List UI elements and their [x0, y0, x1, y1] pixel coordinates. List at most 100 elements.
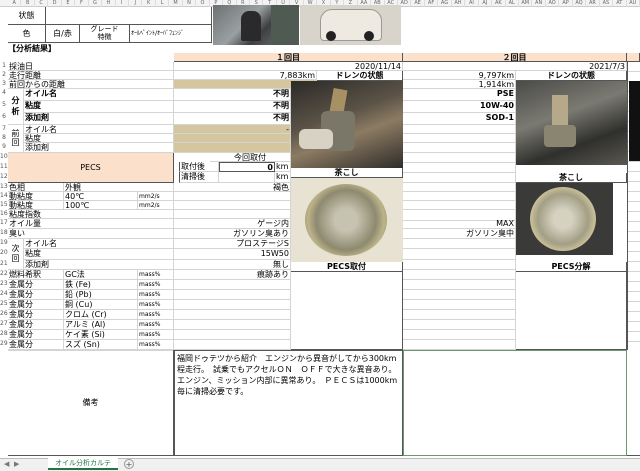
color-value[interactable]: 白/赤	[46, 25, 80, 43]
row-number[interactable]: 27	[0, 320, 8, 327]
run1-metal-value[interactable]	[174, 330, 291, 340]
run1-metal-value[interactable]	[174, 310, 291, 320]
row-number[interactable]: 26	[0, 310, 8, 317]
column-letter[interactable]: O	[196, 0, 210, 7]
row-number[interactable]: 21	[0, 260, 8, 267]
row-number[interactable]: 15	[0, 201, 8, 208]
run1-visc100[interactable]	[174, 201, 291, 210]
run2-date[interactable]: 2021/7/3	[403, 62, 627, 71]
run2-distance[interactable]: 9,797km	[403, 71, 516, 80]
run2-oil-name[interactable]: PSE	[403, 89, 516, 101]
run2-blank-cell[interactable]	[403, 320, 516, 330]
run1-prev-viscosity[interactable]	[174, 134, 291, 143]
run2-blank-cell[interactable]	[403, 201, 516, 210]
column-letter[interactable]: E	[62, 0, 76, 7]
run1-metal-value[interactable]	[174, 320, 291, 330]
run2-blank-cell[interactable]	[403, 125, 516, 134]
row-number[interactable]: 18	[0, 229, 8, 236]
run2-blank-cell[interactable]	[403, 340, 516, 350]
run2-blank-cell[interactable]	[403, 143, 516, 153]
run1-fuel-dilution[interactable]: 痕跡あり	[174, 270, 291, 280]
grade-value[interactable]: ｵｰﾙﾍﾟｲﾝﾄ/ｵｰﾊﾞﾌｪﾝｼﾞ	[130, 25, 212, 43]
column-letter[interactable]: AO	[546, 0, 560, 7]
add-sheet-icon[interactable]: +	[124, 459, 134, 469]
row-number[interactable]: 19	[0, 239, 8, 246]
row-number[interactable]: 1	[0, 62, 6, 69]
run1-pecs-after-value[interactable]	[219, 172, 275, 183]
row-number[interactable]: 13	[0, 183, 8, 190]
column-letter[interactable]: K	[142, 0, 156, 7]
run2-oil-amount[interactable]: MAX	[403, 219, 516, 229]
column-letter[interactable]: AF	[425, 0, 439, 7]
column-letter[interactable]: J	[129, 0, 143, 7]
run2-blank-cell[interactable]	[403, 249, 516, 260]
column-letter[interactable]: F	[75, 0, 89, 7]
run2-smell[interactable]: ガソリン臭中	[403, 229, 516, 239]
run1-visc-index[interactable]	[174, 210, 291, 219]
row-number[interactable]: 12	[0, 173, 8, 180]
run2-additive[interactable]: SOD-1	[403, 113, 516, 125]
run1-smell[interactable]: ガソリン臭あり	[174, 229, 291, 239]
column-letter[interactable]: AU	[627, 0, 640, 7]
column-letter[interactable]: AH	[452, 0, 466, 7]
column-letter[interactable]: AG	[438, 0, 452, 7]
run1-metal-value[interactable]	[174, 300, 291, 310]
remarks-run1[interactable]: 福岡ドゥテツから紹介 エンジンから異音がしてから300km程走行。 試乗でもアク…	[174, 350, 403, 456]
column-letter[interactable]: G	[89, 0, 103, 7]
run2-blank-cell[interactable]	[403, 239, 516, 249]
column-letter[interactable]: A	[8, 0, 22, 7]
column-letter[interactable]: M	[169, 0, 183, 7]
remarks-run3[interactable]	[627, 350, 640, 456]
tab-scroll-right-icon[interactable]: ▶	[14, 460, 19, 468]
run2-blank-cell[interactable]	[403, 192, 516, 201]
run1-metal-value[interactable]	[174, 340, 291, 350]
run2-blank-cell[interactable]	[403, 330, 516, 340]
row-number[interactable]: 25	[0, 300, 8, 307]
run2-blank-cell[interactable]	[403, 153, 516, 163]
column-letter[interactable]: AL	[506, 0, 519, 7]
run1-next-additive[interactable]: 無し	[174, 260, 291, 270]
column-letter[interactable]: AN	[532, 0, 546, 7]
row-number[interactable]: 4	[0, 89, 6, 96]
column-letter[interactable]: AJ	[479, 0, 493, 7]
row-number[interactable]: 8	[0, 134, 6, 141]
column-letter[interactable]: AM	[519, 0, 533, 7]
run2-blank-cell[interactable]	[403, 183, 516, 192]
row-number[interactable]: 5	[0, 101, 6, 108]
run2-blank-cell[interactable]	[403, 300, 516, 310]
row-number[interactable]: 16	[0, 210, 8, 217]
row-number[interactable]: 24	[0, 290, 8, 297]
run1-oil-amount[interactable]: ゲージ内	[174, 219, 291, 229]
column-letter[interactable]: AK	[492, 0, 506, 7]
row-number[interactable]: 17	[0, 219, 8, 226]
row-number[interactable]: 2	[0, 71, 6, 78]
run2-blank-cell[interactable]	[403, 310, 516, 320]
run2-blank-cell[interactable]	[403, 173, 516, 183]
column-letter[interactable]: D	[48, 0, 62, 7]
sheet-tab-active[interactable]: オイル分析カルテ	[48, 458, 118, 470]
run1-pecs-before-value[interactable]: 0	[219, 162, 275, 172]
row-number[interactable]: 7	[0, 125, 6, 132]
row-number[interactable]: 11	[0, 163, 8, 170]
row-number[interactable]: 14	[0, 192, 8, 199]
row-number[interactable]: 22	[0, 270, 8, 277]
column-letter[interactable]: AP	[559, 0, 573, 7]
run1-visc40[interactable]	[174, 192, 291, 201]
column-letter[interactable]: AE	[411, 0, 425, 7]
row-number[interactable]: 9	[0, 143, 6, 150]
row-number[interactable]: 6	[0, 113, 6, 120]
run1-distance[interactable]: 7,883km	[174, 71, 317, 80]
run1-next-viscosity[interactable]: 15W50	[174, 249, 291, 260]
run2-blank-cell[interactable]	[403, 290, 516, 300]
status-value[interactable]	[46, 7, 212, 25]
row-number[interactable]: 3	[0, 80, 6, 87]
column-letter[interactable]: C	[35, 0, 49, 7]
run2-blank-cell[interactable]	[403, 270, 516, 280]
run1-date[interactable]: 2020/11/14	[174, 62, 403, 71]
row-number[interactable]: 29	[0, 340, 8, 347]
column-letter[interactable]: L	[156, 0, 170, 7]
column-letter[interactable]: AR	[586, 0, 600, 7]
column-letter[interactable]: H	[102, 0, 116, 7]
run1-prev-additive[interactable]	[174, 143, 291, 153]
row-number[interactable]: 20	[0, 249, 8, 256]
